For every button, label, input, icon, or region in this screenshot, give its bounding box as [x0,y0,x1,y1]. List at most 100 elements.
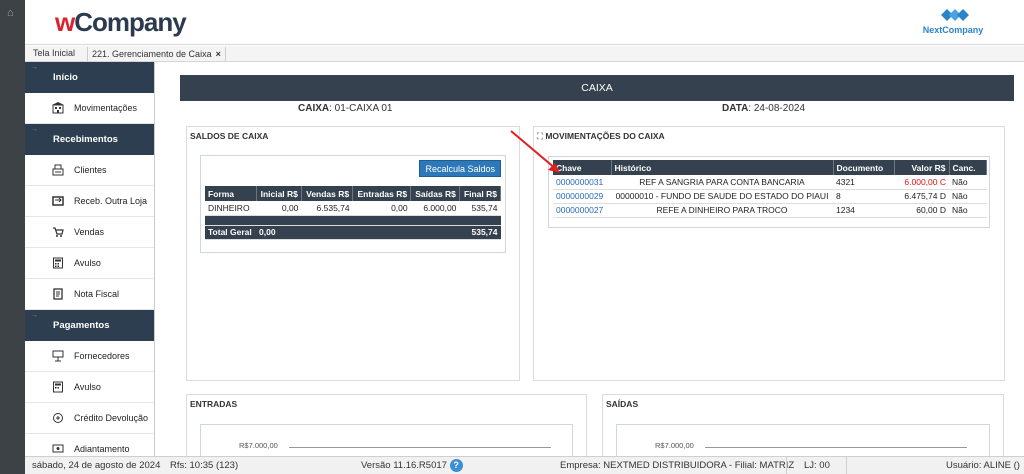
calculator-icon [53,381,63,393]
movimentacoes-table: Chave Histórico Documento Valor R$ Canc.… [553,160,987,218]
sidebar-section-recebimentos[interactable]: Recebimentos [25,114,154,155]
sidebar-item-label: Adiantamento [74,444,130,454]
sidebar-item-movimentacoes[interactable]: Movimentações [25,93,154,124]
brand-right-text: NextCompany [922,25,984,35]
return-credit-icon [53,413,63,423]
table-row[interactable]: 0000000031 REF A SANGRIA PARA CONTA BANC… [553,175,987,190]
saidas-gridline [705,447,967,448]
sidebar-item-label: Vendas [74,227,105,237]
nextcompany-logo: NextCompany [922,5,984,39]
cell-vendas: 6.535,74 [301,201,353,216]
table-row[interactable]: DINHEIRO 0,00 6.535,74 0,00 6.000,00 535… [205,201,501,216]
table-header-row: Forma Inicial R$ Vendas R$ Entradas R$ S… [205,186,502,201]
cell-historico: 00000010 - FUNDO DE SAUDE DO ESTADO DO P… [611,189,833,204]
status-usuario: Usuário: ALINE () [946,460,1020,471]
building-icon [52,102,64,114]
advance-icon [52,444,64,453]
status-lj: LJ: 00 [804,460,830,471]
cell-chave-link[interactable]: 0000000027 [553,203,611,218]
sidebar: Início Movimentações Recebimentos Client… [25,62,155,456]
left-rail: ⌂ [0,0,25,474]
sidebar-section-inicio[interactable]: Início [25,62,154,93]
saidas-chart: R$7.000,00 [616,424,990,456]
cell-saidas: 6.000,00 [410,201,460,216]
nextcompany-mark-icon [941,9,969,21]
col-canc: Canc. [949,160,987,175]
col-final: Final R$ [459,186,502,201]
cell-forma: DINHEIRO [205,201,256,216]
total-inicial: 0,00 [256,225,302,240]
cell-valor: 6.475,74 D [894,189,949,204]
saldos-title: SALDOS DE CAIXA [190,131,269,141]
tabs-bar: Tela Inicial 221. Gerenciamento de Caixa… [25,46,1024,62]
sidebar-item-avulso-receb[interactable]: Avulso [25,248,154,279]
saldos-table: Forma Inicial R$ Vendas R$ Entradas R$ S… [205,186,502,240]
sidebar-item-avulso-pag[interactable]: Avulso [25,372,154,403]
status-empresa: Empresa: NEXTMED DISTRIBUIDORA - Filial:… [560,460,795,471]
entradas-title: ENTRADAS [190,399,238,409]
cell-documento: 1234 [833,203,894,218]
sidebar-item-label: Avulso [74,258,101,268]
main-content: CAIXA CAIXA: 01-CAIXA 01 DATA: 24-08-202… [156,62,1024,456]
cell-valor: 6.000,00 C [894,175,949,190]
sidebar-item-receb-outra-loja[interactable]: Receb. Outra Loja [25,186,154,217]
status-rfs: Rfs: 10:35 (123) [170,460,239,471]
caixa-value: : 01-CAIXA 01 [329,103,393,114]
document-icon [53,288,63,300]
status-separator [846,457,847,474]
col-documento: Documento [833,160,895,175]
sidebar-item-label: Avulso [74,382,101,392]
cell-historico: REF A SANGRIA PARA CONTA BANCARIA [611,175,833,190]
total-empty [352,225,411,240]
tab-gerenciamento-caixa[interactable]: 221. Gerenciamento de Caixa × [87,47,226,61]
cell-documento: 8 [833,189,894,204]
data-value: : 24-08-2024 [748,103,806,114]
tab-tela-inicial[interactable]: Tela Inicial [33,48,75,58]
app-header: wCompany NextCompany [25,0,1024,45]
sidebar-item-nota-fiscal[interactable]: Nota Fiscal [25,279,154,310]
movimentacoes-panel: ⛶ MOVIMENTAÇÕES DO CAIXA Chave Histórico… [533,126,1005,381]
cell-canc: Não [949,203,987,218]
sidebar-section-pagamentos[interactable]: Pagamentos [25,300,154,341]
total-label: Total Geral [205,225,256,240]
sidebar-item-credito-devolucao[interactable]: Crédito Devolução [25,403,154,434]
cell-chave-link[interactable]: 0000000029 [553,189,611,204]
cell-chave-link[interactable]: 0000000031 [553,175,611,190]
cart-icon [53,227,64,237]
cell-canc: Não [949,189,987,204]
cash-register-icon [52,164,64,176]
sidebar-item-clientes[interactable]: Clientes [25,155,154,186]
caixa-info: CAIXA: 01-CAIXA 01 [298,103,393,114]
saldos-inner: Recalcula Saldos Forma Inicial R$ Vendas… [200,155,506,253]
calculator-icon [53,257,63,269]
sidebar-item-label: Fornecedores [74,351,130,361]
table-spacer-row [205,215,501,226]
sidebar-item-fornecedores[interactable]: Fornecedores [25,341,154,372]
annotation-arrow-icon [510,130,560,173]
entradas-axis-label: R$7.000,00 [239,441,278,450]
table-header-row: Chave Histórico Documento Valor R$ Canc. [553,160,987,175]
sidebar-item-vendas[interactable]: Vendas [25,217,154,248]
total-empty [301,225,353,240]
transfer-icon [52,196,64,206]
col-forma: Forma [205,186,257,201]
col-entradas: Entradas R$ [352,186,412,201]
wcompany-logo: wCompany [55,7,187,37]
col-saidas: Saídas R$ [410,186,460,201]
cell-inicial: 0,00 [256,201,302,216]
home-icon[interactable]: ⌂ [7,7,14,19]
cell-canc: Não [949,175,987,190]
help-icon[interactable]: ? [449,459,463,472]
entradas-panel: ENTRADAS R$7.000,00 [186,394,587,456]
table-row[interactable]: 0000000029 00000010 - FUNDO DE SAUDE DO … [553,189,987,204]
sidebar-item-adiantamento[interactable]: Adiantamento [25,434,154,456]
sidebar-item-label: Receb. Outra Loja [74,196,148,206]
status-date: sábado, 24 de agosto de 2024 [32,460,161,471]
table-row[interactable]: 0000000027 REFE A DINHEIRO PARA TROCO 12… [553,203,987,218]
caixa-title-bar: CAIXA [180,75,1014,101]
payment-icon [52,350,64,362]
entradas-chart: R$7.000,00 [200,424,573,456]
cell-valor: 60,00 D [894,203,949,218]
recalcula-saldos-button[interactable]: Recalcula Saldos [419,160,501,177]
close-icon[interactable]: × [216,49,221,59]
